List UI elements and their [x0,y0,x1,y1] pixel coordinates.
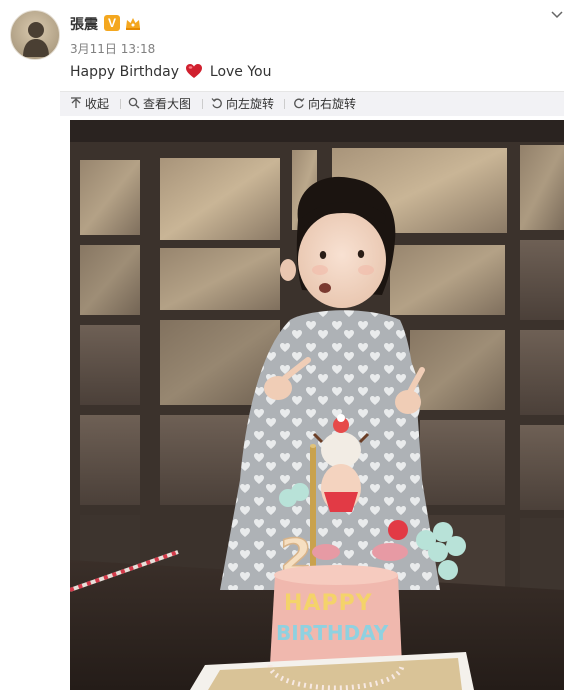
member-crown-icon[interactable] [124,15,142,31]
rotate-left-label: 向左旋转 [226,97,275,111]
rotate-right-button[interactable]: 向右旋转 [293,96,356,112]
author-name[interactable]: 張震 [70,14,98,34]
view-large-button[interactable]: 查看大图 [128,96,191,112]
search-icon [128,97,140,109]
birthday-photo: 2 HAPPY BIRTHDAY [70,120,564,690]
avatar[interactable] [10,10,60,60]
chevron-down-icon[interactable] [550,8,564,22]
view-large-label: 查看大图 [143,97,192,111]
rotate-right-label: 向右旋转 [308,97,357,111]
cake-text-line2: BIRTHDAY [276,621,389,645]
cake-text-line1: HAPPY [284,591,373,616]
post-timestamp[interactable]: 3月11日 13:18 [70,40,155,57]
rotate-right-icon [294,98,305,109]
toolbar-divider [284,99,285,109]
avatar-silhouette-icon [23,22,49,57]
collapse-label: 收起 [85,97,110,111]
collapse-button[interactable]: 收起 [70,96,109,112]
post-text: Happy Birthday Love You [70,63,272,80]
weibo-post: 張震 V 3月11日 13:18 Happy Birthday Love You… [0,0,564,690]
post-text-after: Love You [209,64,272,80]
post-text-before: Happy Birthday [70,64,179,80]
arrow-up-icon [71,97,81,108]
rotate-left-icon [211,98,222,109]
verified-badge: V [104,15,120,31]
toolbar-divider [202,99,203,109]
rotate-left-button[interactable]: 向左旋转 [211,96,274,112]
toolbar-divider [120,99,121,109]
post-photo[interactable]: 2 HAPPY BIRTHDAY [70,120,564,690]
heart-icon [186,64,203,78]
image-toolbar: 收起 查看大图 向左旋转 向右旋转 [60,91,564,116]
